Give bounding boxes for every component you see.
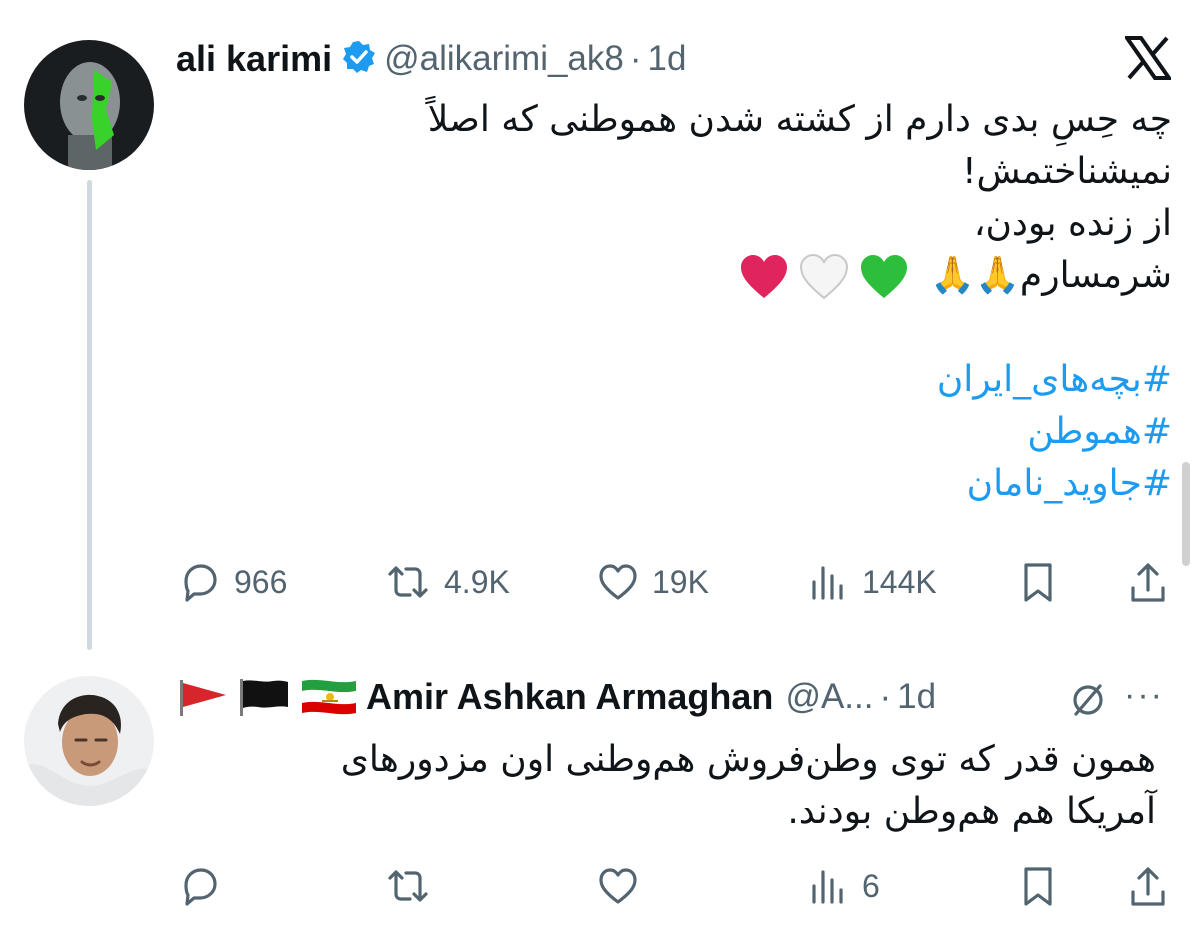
views-button[interactable]: 144K: [806, 560, 937, 604]
tweet-text: شرمسارم🙏🙏: [930, 255, 1172, 296]
name-emoji-flags: [176, 677, 358, 717]
reply-icon: [184, 564, 217, 602]
hashtag-link[interactable]: #هموطن: [428, 406, 1172, 458]
like-button[interactable]: [596, 864, 640, 908]
bookmark-icon: [1024, 563, 1052, 602]
timestamp[interactable]: 1d: [648, 39, 687, 79]
tweet-text-line: چه حِسِ بدی دارم از کشته شدن هموطنی که ا…: [427, 99, 1172, 140]
hashtag-link[interactable]: #بچه‌های_ایران: [428, 354, 1172, 406]
tweet-actions: 966 4.9K 19K 144K: [0, 556, 1200, 616]
tweet-text-line-with-emoji: شرمسارم🙏🙏: [428, 250, 1172, 302]
separator-dot: ·: [629, 39, 642, 78]
bookmark-button[interactable]: [1018, 864, 1058, 908]
author-handle[interactable]: @A...: [785, 677, 873, 717]
separator-dot: ·: [879, 677, 892, 716]
red-heart-icon: [740, 255, 787, 298]
author-handle[interactable]: @alikarimi_ak8: [384, 39, 624, 79]
reply-button[interactable]: 966: [178, 560, 287, 604]
tweet-text-line: آمریکا هم هم‌وطن بودند.: [787, 791, 1156, 832]
more-options-button[interactable]: ···: [1124, 676, 1164, 715]
black-flag-icon: [240, 679, 288, 716]
reply-icon: [184, 868, 217, 906]
muted-circle-slash-icon[interactable]: [1066, 678, 1110, 727]
view-count: 144K: [862, 563, 937, 600]
author-name[interactable]: Amir Ashkan Armaghan: [366, 676, 773, 718]
tweet-body: همون قدر که توی وطن‌فروش هم‌وطنی اون مزد…: [341, 734, 1156, 838]
tweet-text-line: همون قدر که توی وطن‌فروش هم‌وطنی اون مزد…: [340, 739, 1156, 780]
retweet-icon: [388, 870, 428, 902]
author-name[interactable]: ali karimi: [176, 38, 332, 80]
tweet-body: چه حِسِ بدی دارم از کشته شدن هموطنی که ا…: [428, 94, 1172, 510]
view-count: 6: [862, 867, 880, 904]
retweet-count: 4.9K: [444, 563, 510, 600]
bookmark-button[interactable]: [1018, 560, 1058, 604]
retweet-icon: [388, 566, 428, 598]
tweet-text-line: از زنده بودن،: [973, 203, 1172, 244]
x-logo-icon[interactable]: [1123, 36, 1173, 85]
scrollbar[interactable]: [1182, 462, 1190, 566]
white-heart-icon: [799, 254, 848, 300]
iran-lion-sun-flag-icon: [302, 679, 356, 715]
retweet-button[interactable]: [384, 864, 432, 908]
heart-icon: [599, 868, 637, 904]
retweet-button[interactable]: 4.9K: [384, 560, 510, 604]
avatar[interactable]: [24, 40, 154, 170]
share-button[interactable]: [1126, 560, 1170, 604]
views-icon: [812, 566, 843, 600]
reply-count: 966: [234, 563, 288, 600]
red-flag-icon: [180, 680, 226, 716]
like-count: 19K: [652, 563, 709, 600]
tweet-text-line: نمیشناختمش!: [962, 151, 1172, 192]
views-icon: [812, 870, 843, 904]
heart-icon: [599, 564, 637, 600]
tweet-header: ali karimi @alikarimi_ak8 · 1d: [176, 38, 686, 80]
timestamp[interactable]: 1d: [897, 677, 936, 717]
reply-button[interactable]: [178, 864, 222, 908]
avatar[interactable]: [24, 676, 154, 806]
share-icon: [1131, 867, 1165, 906]
tweet-header: Amir Ashkan Armaghan @A... · 1d: [176, 676, 936, 718]
share-button[interactable]: [1126, 864, 1170, 908]
hashtag-link[interactable]: #جاوید_نامان: [428, 458, 1172, 510]
like-button[interactable]: 19K: [596, 560, 709, 604]
bookmark-icon: [1024, 867, 1052, 906]
tweet-actions: 6: [0, 860, 1200, 920]
share-icon: [1131, 563, 1165, 602]
verified-badge-icon: [342, 40, 376, 79]
heart-emojis: [739, 254, 909, 300]
green-heart-icon: [860, 255, 907, 298]
views-button[interactable]: 6: [806, 864, 880, 908]
